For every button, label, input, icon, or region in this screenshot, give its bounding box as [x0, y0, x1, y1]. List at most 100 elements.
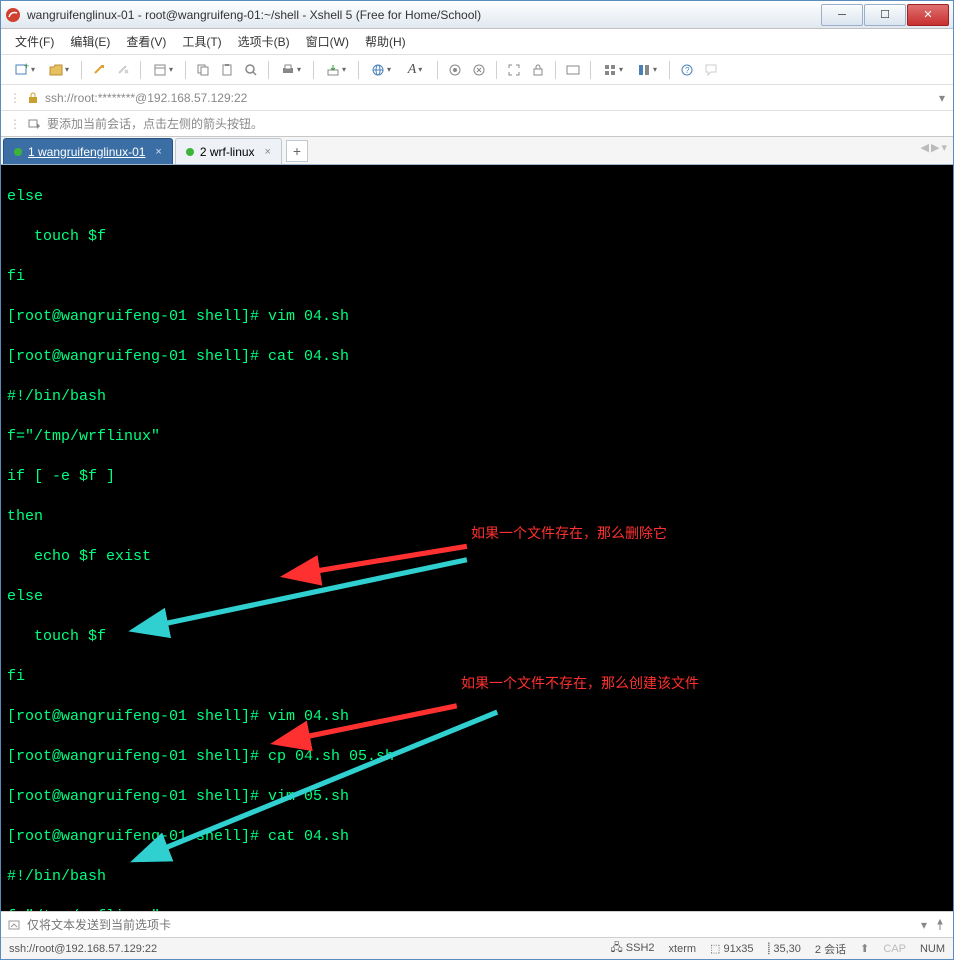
terminal-line: [root@wangruifeng-01 shell]# cp 04.sh 05…: [7, 747, 947, 767]
menu-tools[interactable]: 工具(T): [176, 30, 227, 53]
chat-button[interactable]: [700, 59, 722, 81]
menubar: 文件(F) 编辑(E) 查看(V) 工具(T) 选项卡(B) 窗口(W) 帮助(…: [1, 29, 953, 55]
font-button[interactable]: A: [399, 59, 431, 81]
status-cap: CAP: [883, 943, 906, 955]
svg-text:?: ?: [685, 66, 690, 75]
titlebar: wangruifenglinux-01 - root@wangruifeng-0…: [1, 1, 953, 29]
separator: [313, 61, 314, 79]
paste-button[interactable]: [216, 59, 238, 81]
separator: [496, 61, 497, 79]
fullscreen-button[interactable]: [503, 59, 525, 81]
pin-icon[interactable]: [933, 918, 947, 932]
hint-text: 要添加当前会话，点击左侧的箭头按钮。: [47, 115, 263, 132]
tab-nav: ◀ ▶ ▾: [921, 141, 947, 154]
terminal-line: #!/bin/bash: [7, 867, 947, 887]
terminal-line: f="/tmp/wrflinux": [7, 907, 947, 911]
status-sessions-up-icon[interactable]: ⬆: [860, 942, 869, 955]
arrow-add-icon[interactable]: [27, 117, 41, 131]
open-button[interactable]: [43, 59, 75, 81]
status-cursor-pos: ⸽ 35,30: [767, 941, 800, 956]
xftp-button[interactable]: [468, 59, 490, 81]
globe-button[interactable]: [365, 59, 397, 81]
separator: [268, 61, 269, 79]
terminal-line: f="/tmp/wrflinux": [7, 427, 947, 447]
compose-menu-icon[interactable]: ▾: [921, 918, 927, 932]
menu-file[interactable]: 文件(F): [9, 30, 60, 53]
address-dropdown[interactable]: ▾: [939, 91, 945, 105]
app-icon: [5, 7, 21, 23]
hint-bar: ⋮ 要添加当前会话，点击左侧的箭头按钮。: [1, 111, 953, 137]
disconnect-button[interactable]: [112, 59, 134, 81]
session-tab-1[interactable]: 1 wangruifenglinux-01 ×: [3, 138, 173, 164]
menu-window[interactable]: 窗口(W): [300, 30, 355, 53]
terminal-line: fi: [7, 267, 947, 287]
terminal-line: if [ -e $f ]: [7, 467, 947, 487]
new-session-button[interactable]: +: [9, 59, 41, 81]
tile2-button[interactable]: [631, 59, 663, 81]
properties-button[interactable]: [147, 59, 179, 81]
menu-edit[interactable]: 编辑(E): [64, 30, 116, 53]
address-bar: ⋮ ssh://root:********@192.168.57.129:22 …: [1, 85, 953, 111]
status-size: ⬚ 91x35: [710, 942, 753, 955]
separator: [185, 61, 186, 79]
status-termtype: xterm: [669, 943, 697, 955]
terminal-line: [root@wangruifeng-01 shell]# vim 04.sh: [7, 707, 947, 727]
close-button[interactable]: ✕: [907, 4, 949, 26]
separator: [81, 61, 82, 79]
add-tab-button[interactable]: +: [286, 140, 308, 162]
status-bar: ssh://root@192.168.57.129:22 🖧 SSH2 xter…: [1, 937, 953, 959]
xagent-button[interactable]: [444, 59, 466, 81]
annotation-text: 如果一个文件不存在，那么创建该文件: [461, 673, 699, 693]
address-text[interactable]: ssh://root:********@192.168.57.129:22: [45, 91, 247, 105]
status-num: NUM: [920, 943, 945, 955]
transfer-button[interactable]: [320, 59, 352, 81]
help-button[interactable]: ?: [676, 59, 698, 81]
session-tab-2[interactable]: 2 wrf-linux ×: [175, 138, 282, 164]
menu-help[interactable]: 帮助(H): [359, 30, 412, 53]
terminal-line: echo $f exist: [7, 547, 947, 567]
window-title: wangruifenglinux-01 - root@wangruifeng-0…: [27, 8, 821, 22]
tab-close-icon[interactable]: ×: [155, 146, 161, 158]
terminal-line: [root@wangruifeng-01 shell]# vim 04.sh: [7, 307, 947, 327]
keyboard-button[interactable]: [562, 59, 584, 81]
separator: [358, 61, 359, 79]
tile-button[interactable]: [597, 59, 629, 81]
maximize-button[interactable]: ☐: [864, 4, 906, 26]
grip-icon: ⋮: [9, 91, 21, 105]
terminal-line: else: [7, 187, 947, 207]
copy-button[interactable]: [192, 59, 214, 81]
terminal-line: #!/bin/bash: [7, 387, 947, 407]
lock-button[interactable]: [527, 59, 549, 81]
tab-next-icon[interactable]: ▶: [931, 141, 939, 154]
find-button[interactable]: [240, 59, 262, 81]
status-dot-icon: [186, 148, 194, 156]
separator: [590, 61, 591, 79]
status-connection: ssh://root@192.168.57.129:22: [9, 943, 157, 955]
window-controls: ─ ☐ ✕: [821, 4, 949, 26]
tab-bar: 1 wangruifenglinux-01 × 2 wrf-linux × + …: [1, 137, 953, 165]
tab-menu-icon[interactable]: ▾: [941, 141, 947, 154]
terminal[interactable]: else touch $f fi [root@wangruifeng-01 sh…: [1, 165, 953, 911]
menu-view[interactable]: 查看(V): [120, 30, 172, 53]
separator: [140, 61, 141, 79]
reconnect-button[interactable]: [88, 59, 110, 81]
send-icon[interactable]: [7, 918, 21, 932]
terminal-line: [root@wangruifeng-01 shell]# cat 04.sh: [7, 827, 947, 847]
grip-icon: ⋮: [9, 117, 21, 131]
separator: [555, 61, 556, 79]
status-sessions: 2 会话: [815, 941, 846, 957]
annotation-text: 如果一个文件存在，那么删除它: [471, 523, 667, 543]
tab-label: 2 wrf-linux: [200, 145, 255, 159]
print-button[interactable]: [275, 59, 307, 81]
toolbar: + A ?: [1, 55, 953, 85]
terminal-line: touch $f: [7, 627, 947, 647]
terminal-line: else: [7, 587, 947, 607]
tab-close-icon[interactable]: ×: [265, 146, 271, 158]
compose-bar: ▾: [1, 911, 953, 937]
svg-text:+: +: [24, 63, 29, 71]
compose-input[interactable]: [27, 918, 915, 932]
app-window: wangruifenglinux-01 - root@wangruifeng-0…: [0, 0, 954, 960]
menu-tabs[interactable]: 选项卡(B): [232, 30, 296, 53]
minimize-button[interactable]: ─: [821, 4, 863, 26]
tab-prev-icon[interactable]: ◀: [921, 141, 929, 154]
